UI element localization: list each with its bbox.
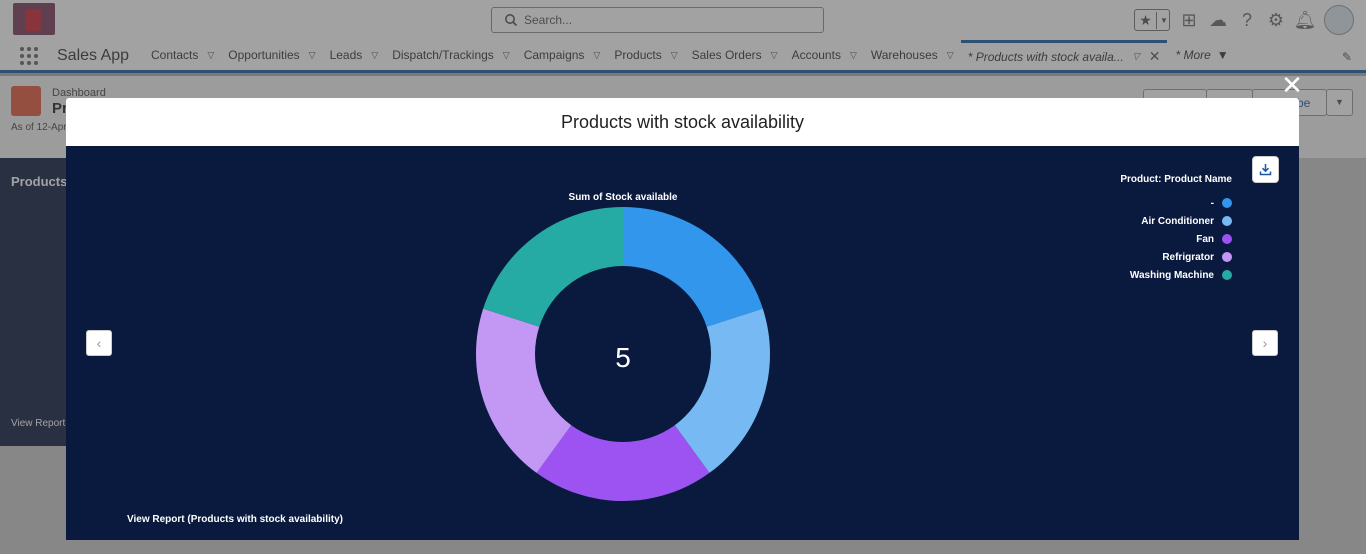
legend-label: Air Conditioner: [1141, 215, 1214, 227]
chevron-left-icon: ‹: [96, 335, 102, 351]
modal-title: Products with stock availability: [560, 111, 805, 132]
modal-header: Products with stock availability: [66, 98, 1299, 146]
legend-title: Product: Product Name: [1120, 174, 1232, 185]
next-chart-button[interactable]: ›: [1252, 330, 1278, 356]
chart-panel: Sum of Stock available 5 Product: Produc…: [66, 146, 1299, 540]
download-icon: [1259, 164, 1272, 176]
legend-label: Refrigrator: [1162, 251, 1214, 263]
legend-swatch: [1222, 198, 1232, 208]
legend-label: Fan: [1196, 233, 1214, 245]
donut-slice-blank[interactable]: [623, 207, 763, 327]
center-value-text: 5: [615, 342, 631, 373]
legend-swatch: [1222, 270, 1232, 280]
download-button[interactable]: [1252, 156, 1279, 183]
legend-item[interactable]: Fan: [1106, 230, 1232, 248]
previous-chart-button[interactable]: ‹: [86, 330, 112, 356]
legend-item[interactable]: -: [1106, 194, 1232, 212]
close-modal-button[interactable]: ✕: [1279, 72, 1305, 98]
legend-label: Washing Machine: [1129, 269, 1214, 281]
legend-swatch: [1222, 216, 1232, 226]
legend-swatch: [1222, 252, 1232, 262]
chevron-right-icon: ›: [1262, 335, 1268, 351]
view-report-link[interactable]: View Report (Products with stock availab…: [127, 514, 343, 525]
chart-title-text: Sum of Stock available: [568, 192, 678, 203]
donut-slice-washing-machine[interactable]: [483, 207, 623, 327]
legend-swatch: [1222, 234, 1232, 244]
legend-item[interactable]: Refrigrator: [1106, 248, 1232, 266]
legend-label: -: [1210, 197, 1214, 209]
legend-item[interactable]: Air Conditioner: [1106, 212, 1232, 230]
chart-legend: Product: Product Name - Air Conditioner …: [1106, 174, 1232, 284]
legend-item[interactable]: Washing Machine: [1106, 266, 1232, 284]
